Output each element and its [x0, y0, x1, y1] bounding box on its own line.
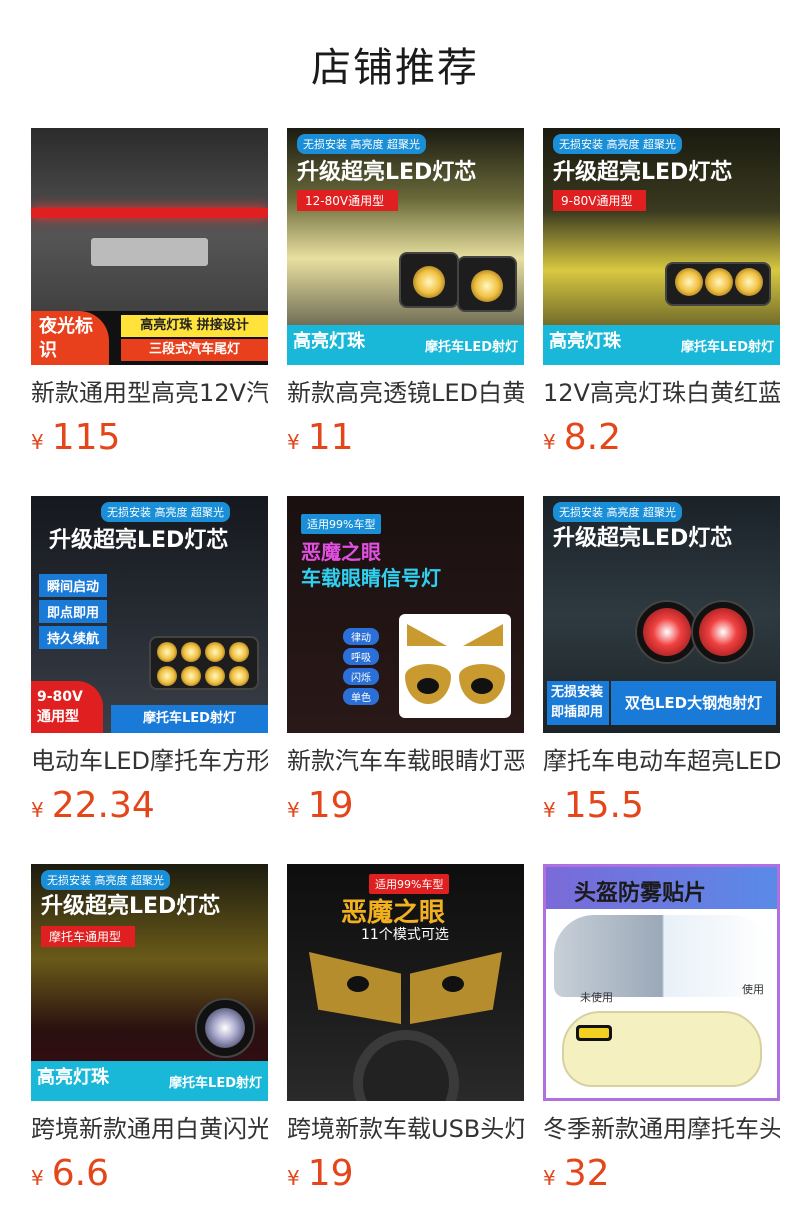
feature-label: 持久续航 [39, 626, 108, 649]
product-image[interactable]: 无损安装 高亮度 超聚光 升级超亮LED灯芯 9-80V通用型 高亮灯珠 摩托车… [543, 128, 780, 365]
product-title[interactable]: 冬季新款通用摩托车头 [543, 1113, 780, 1145]
eye-graphic [399, 614, 511, 718]
product-card[interactable]: 适用99%车型 恶魔之眼 11个模式可选 跨境新款车载USB头灯 ¥ 19 [287, 864, 524, 1232]
feature-label: 即点即用 [39, 600, 108, 623]
product-title[interactable]: 12V高亮灯珠白黄红蓝 [543, 377, 780, 409]
section-title: 店铺推荐 [311, 45, 479, 91]
product-card[interactable]: 无损安装 高亮度 超聚光 升级超亮LED灯芯 瞬间启动 即点即用 持久续航 9-… [31, 496, 268, 864]
headline: 升级超亮LED灯芯 [49, 528, 229, 553]
product-title[interactable]: 跨境新款通用白黄闪光 [31, 1113, 268, 1145]
badge-right: 双色LED大钢炮射灯 [611, 681, 776, 725]
product-image[interactable]: 夜光标识 高亮灯珠 拼接设计 三段式汽车尾灯 [31, 128, 268, 365]
product-price: ¥ 115 [31, 417, 268, 458]
product-card[interactable]: 头盔防雾贴片 未使用 使用 冬季新款通用摩托车头 ¥ 32 [543, 864, 780, 1232]
currency-symbol: ¥ [287, 430, 300, 454]
product-card[interactable]: 无损安装 高亮度 超聚光 升级超亮LED灯芯 无损安装 即插即用 双色LED大钢… [543, 496, 780, 864]
product-title[interactable]: 新款通用型高亮12V汽 [31, 377, 268, 409]
product-card[interactable]: 无损安装 高亮度 超聚光 升级超亮LED灯芯 12-80V通用型 高亮灯珠 摩托… [287, 128, 524, 496]
headline: 升级超亮LED灯芯 [297, 160, 477, 185]
badge-right: 摩托车LED射灯 [425, 340, 518, 355]
tag-label: 高亮灯珠 拼接设计 [121, 315, 268, 337]
product-title[interactable]: 跨境新款车载USB头灯 [287, 1113, 524, 1145]
product-card[interactable]: 适用99%车型 恶魔之眼 车载眼睛信号灯 律动 呼吸 闪烁 单色 新款汽车车载眼… [287, 496, 524, 864]
price-value: 11 [307, 417, 354, 458]
product-price: ¥ 8.2 [543, 417, 780, 458]
currency-symbol: ¥ [543, 1166, 556, 1190]
price-value: 19 [307, 1153, 354, 1194]
product-card[interactable]: 无损安装 高亮度 超聚光 升级超亮LED灯芯 摩托车通用型 高亮灯珠 摩托车LE… [31, 864, 268, 1232]
currency-symbol: ¥ [287, 1166, 300, 1190]
product-image[interactable]: 适用99%车型 恶魔之眼 11个模式可选 [287, 864, 524, 1101]
badge-left: 高亮灯珠 [549, 331, 621, 352]
product-grid: 夜光标识 高亮灯珠 拼接设计 三段式汽车尾灯 新款通用型高亮12V汽 ¥ 115… [31, 128, 780, 1232]
feature-chip: 无损安装 高亮度 超聚光 [101, 502, 230, 522]
mode-chip: 律动 [343, 628, 379, 645]
voltage-label: 12-80V通用型 [297, 190, 399, 211]
product-price: ¥ 19 [287, 1153, 524, 1194]
headline: 升级超亮LED灯芯 [553, 526, 733, 551]
compare-label: 使用 [742, 983, 764, 996]
currency-symbol: ¥ [543, 430, 556, 454]
badge-right: 摩托车LED射灯 [681, 340, 774, 355]
product-image[interactable]: 无损安装 高亮度 超聚光 升级超亮LED灯芯 瞬间启动 即点即用 持久续航 9-… [31, 496, 268, 733]
price-value: 22.34 [51, 785, 155, 826]
badge: 夜光标识 [31, 311, 109, 365]
price-value: 19 [307, 785, 354, 826]
product-price: ¥ 19 [287, 785, 524, 826]
price-value: 6.6 [51, 1153, 109, 1194]
type-label: 摩托车通用型 [41, 926, 136, 947]
product-title[interactable]: 电动车LED摩托车方形 [31, 745, 268, 777]
price-value: 8.2 [563, 417, 621, 458]
product-title[interactable]: 摩托车电动车超亮LED [543, 745, 780, 777]
product-image[interactable]: 无损安装 高亮度 超聚光 升级超亮LED灯芯 摩托车通用型 高亮灯珠 摩托车LE… [31, 864, 268, 1101]
currency-symbol: ¥ [31, 798, 44, 822]
currency-symbol: ¥ [31, 1166, 44, 1190]
voltage-badge: 9-80V 通用型 [31, 681, 103, 733]
mode-chip: 呼吸 [343, 648, 379, 665]
currency-symbol: ¥ [543, 798, 556, 822]
feature-chip: 适用99%车型 [301, 514, 382, 534]
headline: 头盔防雾贴片 [574, 881, 707, 906]
product-title[interactable]: 新款汽车车载眼睛灯恶 [287, 745, 524, 777]
product-price: ¥ 32 [543, 1153, 780, 1194]
feature-label: 瞬间启动 [39, 574, 108, 597]
badge-left: 高亮灯珠 [293, 331, 365, 352]
feature-chip: 无损安装 高亮度 超聚光 [553, 502, 682, 522]
product-image[interactable]: 头盔防雾贴片 未使用 使用 [543, 864, 780, 1101]
tag-label: 三段式汽车尾灯 [121, 339, 268, 361]
product-title[interactable]: 新款高亮透镜LED白黄 [287, 377, 524, 409]
mode-chip: 闪烁 [343, 668, 379, 685]
headline: 恶魔之眼 [301, 540, 381, 564]
product-card[interactable]: 夜光标识 高亮灯珠 拼接设计 三段式汽车尾灯 新款通用型高亮12V汽 ¥ 115 [31, 128, 268, 496]
badge-left: 无损安装 即插即用 [547, 681, 609, 725]
badge-right: 摩托车LED射灯 [169, 1076, 262, 1091]
product-image[interactable]: 无损安装 高亮度 超聚光 升级超亮LED灯芯 12-80V通用型 高亮灯珠 摩托… [287, 128, 524, 365]
headline: 升级超亮LED灯芯 [553, 160, 733, 185]
feature-chip: 适用99%车型 [369, 874, 450, 894]
feature-chip: 无损安装 高亮度 超聚光 [297, 134, 426, 154]
price-value: 32 [563, 1153, 610, 1194]
subheadline: 11个模式可选 [361, 927, 449, 943]
product-card[interactable]: 无损安装 高亮度 超聚光 升级超亮LED灯芯 9-80V通用型 高亮灯珠 摩托车… [543, 128, 780, 496]
currency-symbol: ¥ [31, 430, 44, 454]
product-image[interactable]: 适用99%车型 恶魔之眼 车载眼睛信号灯 律动 呼吸 闪烁 单色 [287, 496, 524, 733]
currency-symbol: ¥ [287, 798, 300, 822]
product-image[interactable]: 无损安装 高亮度 超聚光 升级超亮LED灯芯 无损安装 即插即用 双色LED大钢… [543, 496, 780, 733]
feature-chip: 无损安装 高亮度 超聚光 [41, 870, 170, 890]
headline: 升级超亮LED灯芯 [41, 894, 221, 919]
price-value: 15.5 [563, 785, 644, 826]
product-price: ¥ 11 [287, 417, 524, 458]
product-price: ¥ 22.34 [31, 785, 268, 826]
mode-chip: 单色 [343, 688, 379, 705]
compare-label: 未使用 [580, 991, 613, 1004]
feature-chip: 无损安装 高亮度 超聚光 [553, 134, 682, 154]
product-price: ¥ 6.6 [31, 1153, 268, 1194]
badge-right: 摩托车LED射灯 [111, 705, 268, 733]
product-price: ¥ 15.5 [543, 785, 780, 826]
badge-left: 高亮灯珠 [37, 1067, 109, 1088]
headline: 车载眼睛信号灯 [301, 566, 441, 590]
voltage-label: 9-80V通用型 [553, 190, 647, 211]
section-header: 店铺推荐 [0, 0, 790, 128]
price-value: 115 [51, 417, 121, 458]
